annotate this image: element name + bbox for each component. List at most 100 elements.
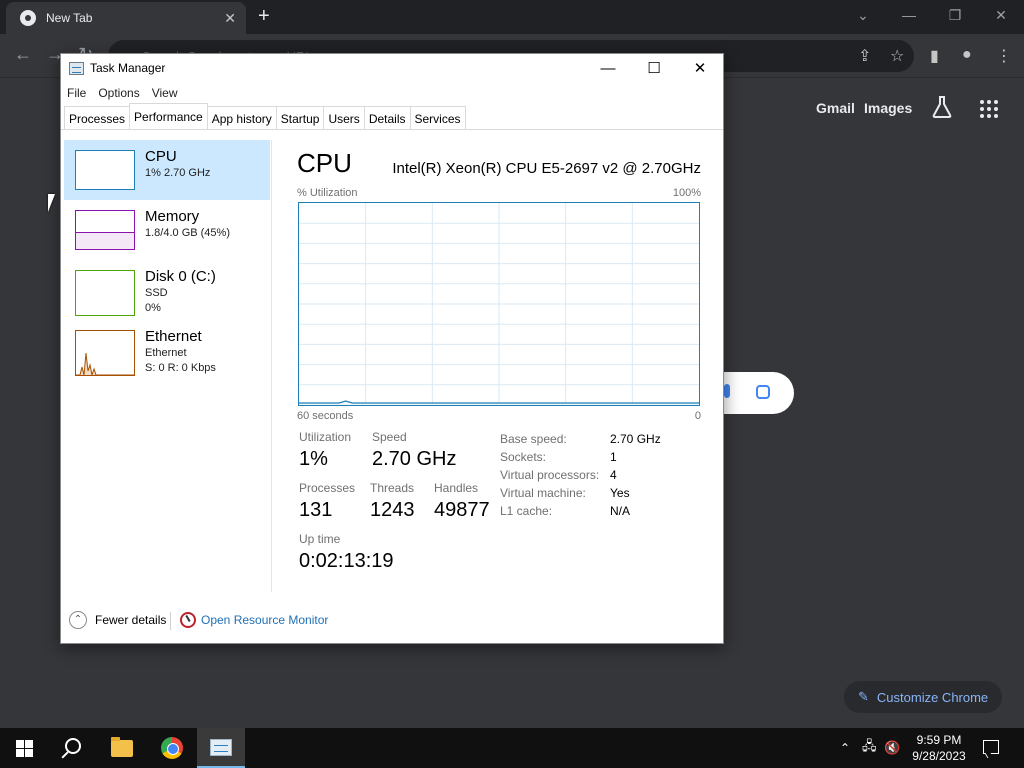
sidebar-item-detail: 1% 2.70 GHz [145, 167, 211, 179]
voice-search-icon[interactable] [724, 384, 730, 398]
task-manager-footer: ⌃ Fewer details Open Resource Monitor [61, 608, 723, 634]
sidebar-item-disk[interactable]: Disk 0 (C:) SSD 0% [64, 260, 270, 320]
bookmark-star-icon[interactable]: ☆ [890, 46, 904, 66]
menu-view[interactable]: View [146, 84, 184, 104]
tab-users[interactable]: Users [323, 106, 365, 129]
lens-search-icon[interactable] [756, 385, 770, 399]
sidebar-item-memory[interactable]: Memory 1.8/4.0 GB (45%) [64, 200, 270, 260]
stat-value: 1243 [370, 499, 415, 521]
close-button[interactable]: ✕ [677, 54, 723, 82]
tab-details[interactable]: Details [363, 106, 411, 129]
network-icon[interactable]: 🖧 [862, 728, 877, 768]
taskbar-search-button[interactable] [48, 728, 96, 768]
tab-services[interactable]: Services [409, 106, 466, 129]
window-title: Task Manager [90, 61, 166, 75]
back-arrow-icon[interactable]: ← [14, 44, 32, 65]
minimize-button[interactable]: — [585, 54, 631, 82]
sidebar-item-ethernet[interactable]: Ethernet Ethernet S: 0 R: 0 Kbps [64, 326, 270, 392]
sidebar-item-label: Memory [145, 208, 200, 225]
menu-file[interactable]: File [61, 84, 92, 104]
sidebar-item-detail: S: 0 R: 0 Kbps [145, 362, 216, 374]
images-link[interactable]: Images [864, 100, 912, 116]
spec-key: Virtual machine: [500, 486, 586, 500]
profile-icon[interactable]: ● [962, 46, 972, 64]
tab-title: New Tab [46, 11, 93, 25]
google-apps-icon[interactable] [980, 100, 998, 118]
spec-row: Virtual processors: 4 [500, 468, 661, 486]
task-manager-app-icon [69, 62, 84, 75]
system-clock[interactable]: 9:59 PM 9/28/2023 [906, 732, 972, 764]
sidebar-item-cpu[interactable]: CPU 1% 2.70 GHz [64, 140, 270, 200]
spec-row: L1 cache: N/A [500, 504, 661, 522]
show-hidden-icons-chevron-icon[interactable]: ⌃ [840, 728, 850, 768]
open-resource-monitor-link[interactable]: Open Resource Monitor [201, 613, 328, 627]
graph-x-min: 0 [694, 410, 701, 422]
tab-close-icon[interactable]: ✕ [224, 10, 236, 27]
taskbar-task-manager[interactable] [197, 728, 245, 768]
resource-monitor-icon[interactable] [180, 612, 196, 628]
ethernet-thumbnail-graph [75, 330, 135, 376]
search-icon [65, 738, 81, 754]
tab-app-history[interactable]: App history [206, 106, 277, 129]
tab-bar: Processes Performance App history Startu… [61, 103, 723, 130]
stat-label: Utilization [299, 430, 352, 444]
customize-chrome-label: Customize Chrome [876, 689, 989, 705]
chrome-restore-button[interactable]: ❐ [932, 0, 978, 30]
memory-thumbnail-graph [75, 210, 135, 250]
chevron-up-icon[interactable]: ⌃ [69, 611, 87, 629]
sidebar-item-label: CPU [145, 148, 177, 165]
gmail-link[interactable]: Gmail [816, 100, 855, 116]
uptime-stat: Up time 0:02:13:19 [299, 532, 394, 573]
processes-stat: Processes 131 [299, 481, 355, 522]
menu-options[interactable]: Options [92, 84, 145, 104]
volume-muted-icon[interactable]: 🔇 [884, 728, 900, 768]
sidebar-item-label: Disk 0 (C:) [145, 268, 216, 285]
speed-stat: Speed 2.70 GHz [372, 430, 456, 471]
browser-tab[interactable]: New Tab ✕ [6, 2, 246, 34]
chrome-favicon-icon [20, 10, 36, 26]
clock-time: 9:59 PM [916, 733, 962, 747]
taskbar-chrome[interactable] [148, 728, 196, 768]
clock-date: 9/28/2023 [912, 749, 966, 763]
task-manager-window: Task Manager — ☐ ✕ File Options View Pro… [60, 53, 724, 644]
spec-row: Sockets: 1 [500, 450, 661, 468]
customize-chrome-button[interactable]: ✎ Customize Chrome [844, 681, 1003, 713]
spec-value: N/A [610, 504, 631, 518]
cpu-thumbnail-graph [75, 150, 135, 190]
windows-logo-icon [15, 739, 33, 757]
new-tab-button[interactable]: + [258, 4, 270, 28]
menu-bar: File Options View [61, 84, 184, 104]
chrome-icon [161, 737, 183, 759]
chrome-menu-icon[interactable]: ⋮ [996, 46, 1012, 66]
footer-separator [170, 612, 171, 630]
cpu-model-name: Intel(R) Xeon(R) CPU E5-2697 v2 @ 2.70GH… [392, 160, 701, 177]
spec-key: Virtual processors: [500, 468, 600, 482]
tab-search-icon[interactable]: ⌄ [840, 0, 886, 30]
maximize-button[interactable]: ☐ [631, 54, 677, 82]
tab-processes[interactable]: Processes [64, 106, 131, 129]
tab-startup[interactable]: Startup [275, 106, 325, 129]
stat-value: 49877 [434, 499, 490, 521]
stat-label: Up time [299, 532, 341, 546]
stat-label: Handles [434, 481, 479, 495]
sidebar-item-detail: 1.8/4.0 GB (45%) [145, 227, 230, 239]
taskbar-file-explorer[interactable] [98, 728, 146, 768]
spec-value: 4 [610, 468, 617, 482]
notification-center-icon[interactable] [983, 740, 999, 754]
tab-performance[interactable]: Performance [129, 103, 208, 128]
start-button[interactable] [0, 728, 48, 768]
spec-value: Yes [610, 486, 630, 500]
sidebar-item-detail: Ethernet [145, 347, 187, 359]
task-manager-titlebar[interactable]: Task Manager — ☐ ✕ [61, 54, 723, 84]
stat-label: Threads [370, 481, 415, 495]
spec-row: Virtual machine: Yes [500, 486, 661, 504]
chrome-tab-strip: New Tab ✕ + ⌄ — ❐ ✕ [0, 0, 1024, 34]
labs-flask-icon[interactable] [932, 96, 952, 118]
chrome-minimize-button[interactable]: — [886, 0, 932, 30]
spec-key: Sockets: [500, 450, 547, 464]
performance-sidebar: CPU 1% 2.70 GHz Memory 1.8/4.0 GB (45%) … [61, 140, 271, 392]
side-panel-icon[interactable]: ▮ [930, 46, 939, 66]
fewer-details-button[interactable]: Fewer details [95, 613, 166, 627]
share-icon[interactable]: ⇪ [858, 46, 871, 66]
chrome-close-button[interactable]: ✕ [978, 0, 1024, 30]
